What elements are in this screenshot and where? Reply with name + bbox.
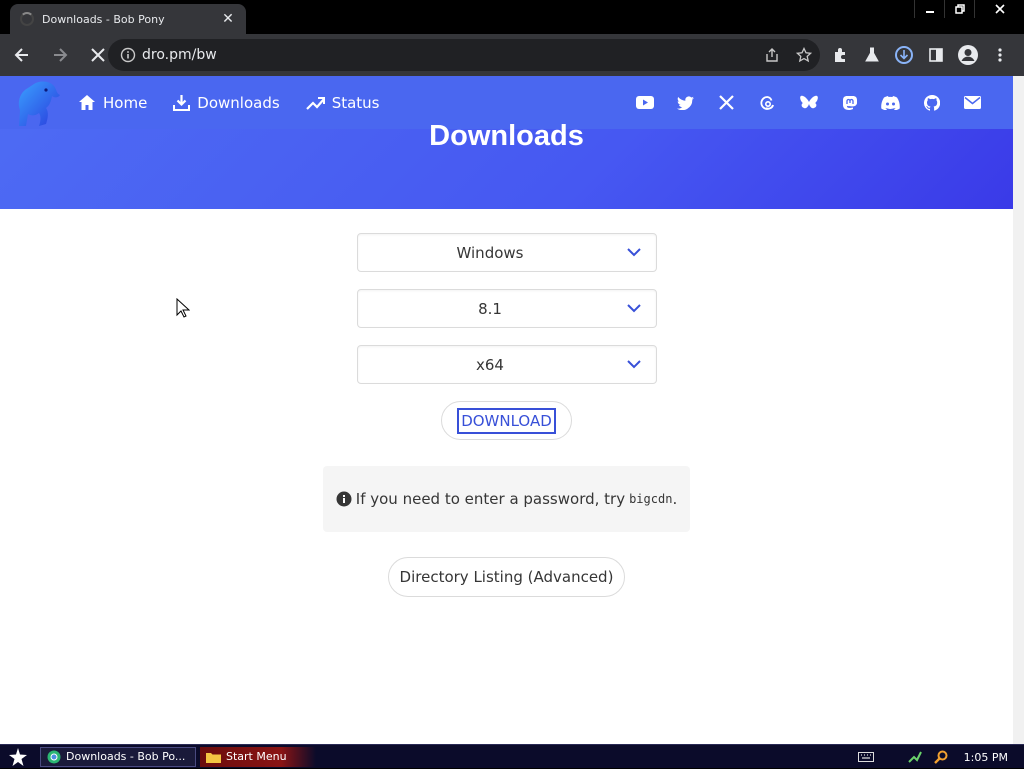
- github-icon[interactable]: [911, 87, 952, 119]
- chevron-down-icon: [612, 248, 656, 257]
- back-arrow-icon: [14, 48, 28, 62]
- start-star-icon: [9, 747, 27, 766]
- taskbar: Downloads - Bob Po... Start Menu 1:05 PM: [0, 744, 1024, 768]
- toolbar-actions: [824, 39, 1016, 71]
- chevron-down-icon: [612, 304, 656, 313]
- stop-x-icon: [91, 48, 105, 62]
- hero-banner: Home Downloads Status Downloads: [0, 76, 1013, 209]
- email-icon[interactable]: [952, 87, 993, 119]
- site-info-icon[interactable]: [118, 47, 138, 63]
- download-button-label: DOWNLOAD: [457, 407, 556, 434]
- version-select[interactable]: 8.1: [357, 289, 657, 328]
- x-icon[interactable]: [706, 87, 747, 119]
- browser-toolbar: dro.pm/bw: [0, 34, 1024, 76]
- os-select-value: Windows: [456, 243, 524, 262]
- threads-icon[interactable]: [747, 87, 788, 119]
- home-icon: [79, 95, 95, 110]
- loading-spinner-icon: [20, 12, 34, 26]
- browser-tab[interactable]: Downloads - Bob Pony ✕: [10, 4, 246, 34]
- notice-text: If you need to enter a password, try: [355, 490, 626, 508]
- os-select[interactable]: Windows: [357, 233, 657, 272]
- labs-flask-icon[interactable]: [856, 39, 888, 71]
- address-bar[interactable]: dro.pm/bw: [108, 39, 820, 71]
- nav-downloads[interactable]: Downloads: [173, 93, 280, 112]
- nav-status-label: Status: [331, 93, 380, 112]
- mouse-cursor-icon: [176, 297, 191, 322]
- tab-close-icon[interactable]: ✕: [220, 11, 236, 27]
- profile-avatar-icon[interactable]: [952, 39, 984, 71]
- taskbar-item-start-menu[interactable]: Start Menu: [200, 746, 316, 767]
- mastodon-icon[interactable]: [829, 87, 870, 119]
- page-scrollbar[interactable]: [1013, 76, 1024, 744]
- nav-downloads-label: Downloads: [197, 93, 280, 112]
- discord-icon[interactable]: [870, 87, 911, 119]
- nav-home-label: Home: [103, 93, 148, 112]
- nav-status[interactable]: Status: [305, 93, 380, 112]
- password-notice: If you need to enter a password, try big…: [323, 466, 690, 532]
- directory-listing-button[interactable]: Directory Listing (Advanced): [388, 557, 625, 597]
- minimize-button[interactable]: [914, 0, 944, 18]
- page-title: Downloads: [429, 120, 584, 152]
- restore-button[interactable]: [944, 0, 974, 18]
- extensions-puzzle-icon[interactable]: [824, 39, 856, 71]
- clock: 1:05 PM: [963, 750, 1008, 764]
- system-tray: 1:05 PM: [852, 745, 1024, 769]
- folder-icon: [206, 751, 221, 763]
- chevron-down-icon: [612, 360, 656, 369]
- menu-kebab-icon[interactable]: [984, 39, 1016, 71]
- url-text: dro.pm/bw: [142, 47, 217, 63]
- share-icon[interactable]: [756, 47, 788, 63]
- taskbar-item-browser-label: Downloads - Bob Po...: [66, 750, 186, 763]
- chrome-icon: [47, 750, 61, 764]
- download-icon: [173, 95, 191, 111]
- browser-titlebar: Downloads - Bob Pony ✕: [0, 0, 1024, 34]
- restore-icon: [954, 4, 965, 14]
- nav-home[interactable]: Home: [78, 94, 147, 112]
- arch-select[interactable]: x64: [357, 345, 657, 384]
- twitter-icon[interactable]: [665, 87, 706, 119]
- forward-arrow-icon: [54, 48, 68, 62]
- network-icon[interactable]: [907, 750, 922, 764]
- window-controls: [914, 0, 1024, 18]
- taskbar-item-start-menu-label: Start Menu: [226, 750, 287, 763]
- forward-button[interactable]: [44, 39, 76, 71]
- bookmark-star-icon[interactable]: [788, 47, 820, 63]
- side-panel-icon[interactable]: [920, 39, 952, 71]
- trend-icon: [305, 96, 325, 110]
- close-window-button[interactable]: [974, 0, 1024, 18]
- download-progress-icon[interactable]: [888, 39, 920, 71]
- bluesky-icon[interactable]: [788, 87, 829, 119]
- start-button[interactable]: [0, 745, 36, 769]
- youtube-icon[interactable]: [624, 87, 665, 119]
- info-circle-icon: [336, 491, 352, 507]
- minimize-icon: [925, 11, 934, 13]
- search-icon[interactable]: [933, 750, 948, 764]
- back-button[interactable]: [6, 39, 38, 71]
- tab-title: Downloads - Bob Pony: [42, 12, 165, 26]
- download-button[interactable]: DOWNLOAD: [441, 401, 572, 440]
- notice-suffix: .: [672, 490, 678, 508]
- taskbar-item-browser[interactable]: Downloads - Bob Po...: [40, 746, 196, 767]
- page-viewport: Home Downloads Status Downloads Windows …: [0, 76, 1013, 744]
- keyboard-icon[interactable]: [857, 752, 874, 762]
- close-icon: [994, 4, 1005, 14]
- arch-select-value: x64: [476, 355, 504, 374]
- version-select-value: 8.1: [478, 299, 502, 318]
- notice-code: bigcdn: [629, 492, 673, 506]
